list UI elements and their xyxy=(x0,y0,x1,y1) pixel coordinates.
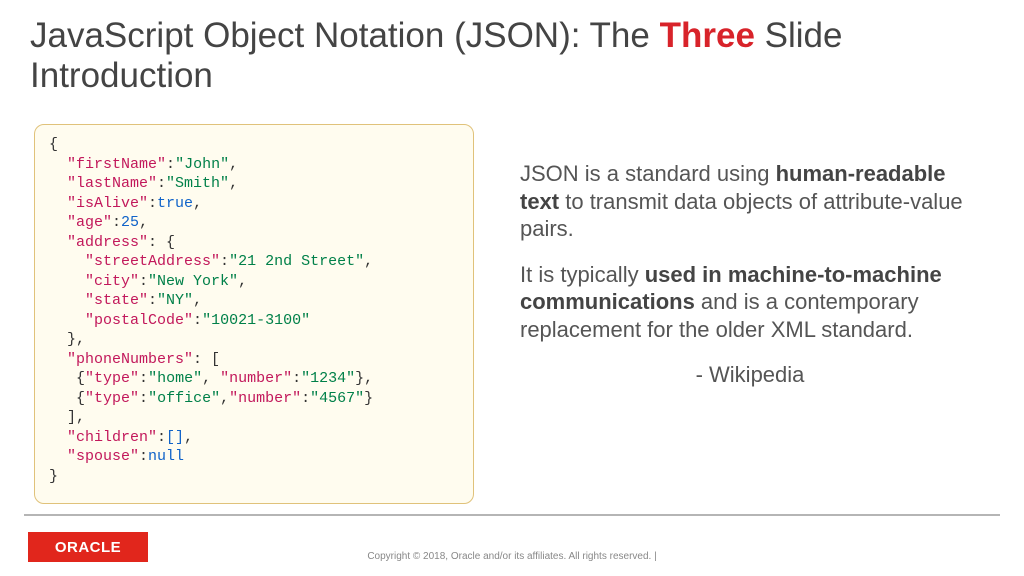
code-key: "city" xyxy=(85,273,139,290)
desc-text: to transmit data objects of attribute-va… xyxy=(520,189,963,242)
footer: ORACLE Copyright © 2018, Oracle and/or i… xyxy=(0,524,1024,576)
desc-text: JSON is a standard using xyxy=(520,161,776,186)
desc-attribution: - Wikipedia xyxy=(520,361,980,389)
code-key: "number" xyxy=(229,390,301,407)
code-key: "spouse" xyxy=(67,448,139,465)
code-val: "4567" xyxy=(310,390,364,407)
code-key: "age" xyxy=(67,214,112,231)
code-key: "firstName" xyxy=(67,156,166,173)
title-highlight: Three xyxy=(660,16,755,55)
desc-para-1: JSON is a standard using human-readable … xyxy=(520,160,980,243)
title-pre: JavaScript Object Notation (JSON): The xyxy=(30,16,660,55)
code-val: true xyxy=(157,195,193,212)
code-val: "Smith" xyxy=(166,175,229,192)
code-val: "NY" xyxy=(157,292,193,309)
code-val: 25 xyxy=(121,214,139,231)
code-val: "1234" xyxy=(301,370,355,387)
code-val: null xyxy=(148,448,184,465)
code-key: "isAlive" xyxy=(67,195,148,212)
code-key: "postalCode" xyxy=(85,312,193,329)
desc-text: It is typically xyxy=(520,262,645,287)
code-val: "office" xyxy=(148,390,220,407)
code-key: "phoneNumbers" xyxy=(67,351,193,368)
code-val: "New York" xyxy=(148,273,238,290)
description: JSON is a standard using human-readable … xyxy=(520,160,980,407)
code-val: "21 2nd Street" xyxy=(229,253,364,270)
code-val: "home" xyxy=(148,370,202,387)
code-key: "number" xyxy=(220,370,292,387)
copyright-text: Copyright © 2018, Oracle and/or its affi… xyxy=(0,551,1024,562)
code-val: "John" xyxy=(175,156,229,173)
slide: JavaScript Object Notation (JSON): The T… xyxy=(0,0,1024,576)
code-key: "lastName" xyxy=(67,175,157,192)
divider xyxy=(24,514,1000,516)
code-key: "address" xyxy=(67,234,148,251)
code-key: "type" xyxy=(85,370,139,387)
code-val: [] xyxy=(166,429,184,446)
code-block: { "firstName":"John", "lastName":"Smith"… xyxy=(34,124,474,504)
code-key: "children" xyxy=(67,429,157,446)
desc-para-2: It is typically used in machine-to-machi… xyxy=(520,261,980,344)
code-key: "streetAddress" xyxy=(85,253,220,270)
code-key: "type" xyxy=(85,390,139,407)
slide-title: JavaScript Object Notation (JSON): The T… xyxy=(30,16,994,97)
code-key: "state" xyxy=(85,292,148,309)
code-val: "10021-3100" xyxy=(202,312,310,329)
